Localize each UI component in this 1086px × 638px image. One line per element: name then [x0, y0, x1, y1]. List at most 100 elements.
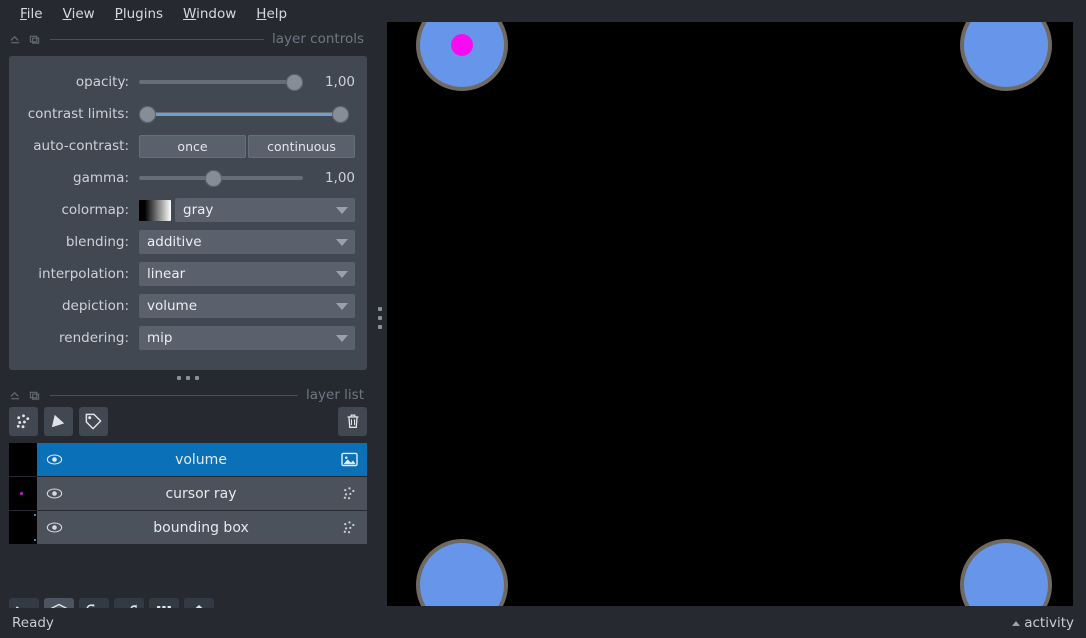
layer-list: volume cursor ray bounding box — [9, 443, 367, 545]
layer-name: cursor ray — [165, 485, 237, 502]
status-bar: Ready activity — [0, 608, 1086, 638]
dock-title-rule — [50, 394, 298, 396]
menu-view[interactable]: View — [53, 3, 105, 25]
layer-controls-panel: opacity: 1,00 contrast limits: auto-cont… — [9, 56, 367, 370]
interpolation-label: interpolation: — [38, 266, 129, 282]
float-icon[interactable] — [8, 32, 22, 46]
contrast-limits-low-handle[interactable] — [139, 105, 156, 123]
colormap-combobox[interactable]: gray — [175, 198, 355, 222]
new-points-layer-button[interactable] — [9, 406, 38, 436]
visibility-eye-icon[interactable] — [46, 521, 66, 534]
depiction-field: volume — [139, 294, 355, 318]
interpolation-combobox[interactable]: linear — [139, 262, 355, 286]
caret-up-icon — [1012, 620, 1021, 626]
main-splitter-handle[interactable] — [374, 28, 386, 608]
points-layer-icon — [336, 485, 358, 502]
splitter-dot — [378, 325, 382, 329]
colormap-label: colormap: — [61, 202, 129, 218]
layer-row-body[interactable]: bounding box — [37, 511, 367, 544]
rendered-sphere — [960, 539, 1052, 606]
layer-thumbnail — [9, 443, 37, 476]
image-layer-icon — [336, 452, 358, 467]
colormap-field: gray — [139, 198, 355, 222]
labels-tag-icon — [85, 413, 102, 429]
new-shapes-layer-button[interactable] — [44, 406, 73, 436]
opacity-slider-handle[interactable] — [286, 73, 303, 91]
thumbnail-point — [34, 539, 36, 541]
opacity-slider[interactable] — [139, 72, 303, 92]
colormap-swatch — [139, 199, 171, 221]
layer-row[interactable]: cursor ray — [9, 477, 367, 510]
depiction-label: depiction: — [61, 298, 129, 314]
auto-contrast-field: once continuous — [139, 134, 355, 158]
visibility-eye-icon[interactable] — [46, 453, 66, 466]
layer-list-dock-title: layer list — [0, 384, 376, 406]
interpolation-value: linear — [147, 266, 186, 282]
blending-field: additive — [139, 230, 355, 254]
splitter-dot — [378, 316, 382, 320]
points-icon — [16, 413, 30, 428]
cursor-ray-point — [451, 34, 473, 56]
gamma-slider-handle[interactable] — [205, 169, 223, 187]
panel-splitter-handle[interactable] — [9, 372, 367, 384]
contrast-limits-slider[interactable] — [139, 104, 349, 124]
splitter-dot — [195, 376, 199, 380]
undock-icon[interactable] — [27, 32, 41, 46]
menu-window[interactable]: Window — [173, 3, 246, 25]
rendered-sphere — [960, 22, 1052, 91]
layer-thumbnail — [9, 511, 37, 544]
layer-list-title-label: layer list — [306, 387, 364, 403]
layer-row[interactable]: volume — [9, 443, 367, 476]
opacity-field: 1,00 — [139, 72, 355, 92]
depiction-combobox[interactable]: volume — [139, 294, 355, 318]
splitter-dot — [177, 376, 181, 380]
gamma-field: 1,00 — [139, 168, 355, 188]
colormap-value: gray — [183, 202, 214, 218]
chevron-down-icon — [336, 303, 348, 310]
auto-contrast-buttons: once continuous — [139, 134, 355, 158]
left-dock-column: layer controls opacity: 1,00 contrast li… — [0, 28, 376, 628]
blending-value: additive — [147, 234, 202, 250]
interpolation-field: linear — [139, 262, 355, 286]
layer-row-body[interactable]: cursor ray — [37, 477, 367, 510]
layer-list-dock-title-wrap: layer list — [0, 384, 376, 406]
menu-file[interactable]: File — [10, 3, 53, 25]
menu-plugins[interactable]: Plugins — [105, 3, 173, 25]
undock-icon[interactable] — [27, 388, 41, 402]
rendering-field: mip — [139, 326, 355, 350]
gamma-value: 1,00 — [324, 170, 355, 186]
delete-layer-button[interactable] — [338, 406, 367, 436]
float-icon[interactable] — [8, 388, 22, 402]
layer-row-body[interactable]: volume — [37, 443, 367, 476]
depiction-value: volume — [147, 298, 198, 314]
rendering-label: rendering: — [59, 330, 129, 346]
new-labels-layer-button[interactable] — [79, 406, 108, 436]
status-message: Ready — [12, 615, 54, 631]
auto-contrast-continuous-button[interactable]: continuous — [248, 134, 355, 158]
layer-name: volume — [175, 451, 227, 468]
chevron-down-icon — [336, 271, 348, 278]
rendering-combobox[interactable]: mip — [139, 326, 355, 350]
splitter-dot — [186, 376, 190, 380]
contrast-limits-label: contrast limits: — [27, 106, 129, 122]
opacity-value: 1,00 — [324, 74, 355, 90]
auto-contrast-once-button[interactable]: once — [139, 134, 246, 158]
contrast-limits-high-handle[interactable] — [332, 105, 349, 123]
blending-combobox[interactable]: additive — [139, 230, 355, 254]
layer-row[interactable]: bounding box — [9, 511, 367, 544]
napari-window: File View Plugins Window Help layer cont… — [0, 0, 1086, 638]
points-layer-icon — [336, 519, 358, 536]
activity-toggle[interactable]: activity — [1012, 615, 1074, 631]
visibility-eye-icon[interactable] — [46, 487, 66, 500]
splitter-dot — [378, 307, 382, 311]
menu-help[interactable]: Help — [246, 3, 297, 25]
layer-controls-title-label: layer controls — [272, 31, 364, 47]
chevron-down-icon — [336, 239, 348, 246]
gamma-label: gamma: — [73, 170, 129, 186]
chevron-down-icon — [336, 207, 348, 214]
viewer-canvas[interactable] — [387, 22, 1073, 606]
gamma-slider[interactable] — [139, 168, 303, 188]
thumbnail-point — [34, 514, 36, 516]
contrast-limits-fill — [139, 112, 349, 116]
rendered-sphere — [416, 539, 508, 606]
